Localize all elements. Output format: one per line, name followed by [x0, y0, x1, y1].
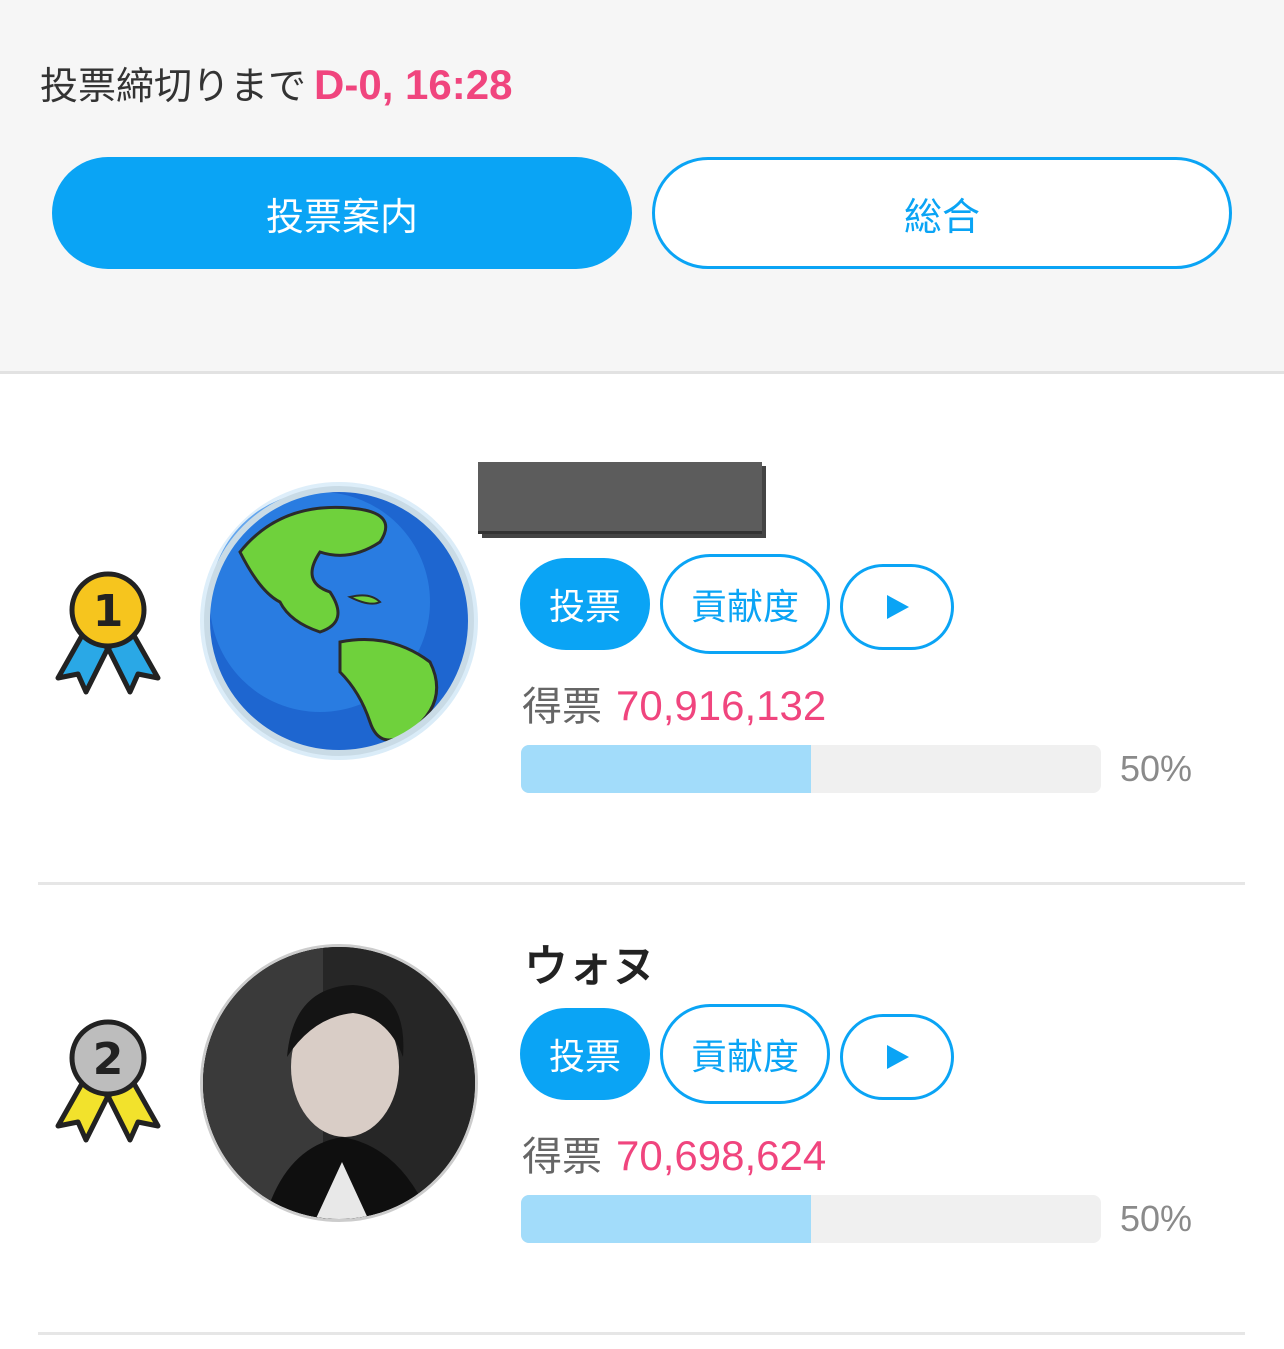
score-2: 得票 70,698,624: [522, 1124, 826, 1182]
progress-bar-1: [521, 745, 1101, 793]
score-label: 得票: [522, 1134, 602, 1180]
candidate-2-name: ウォヌ: [524, 941, 656, 992]
header-panel: 投票締切りまで D-0, 16:28 投票案内 総合: [0, 0, 1284, 374]
play-button-2[interactable]: [840, 1014, 954, 1100]
deadline-text: 投票締切りまで D-0, 16:28: [40, 58, 512, 113]
rank-2-number: 2: [93, 1034, 124, 1085]
percent-2: 50%: [1120, 1198, 1193, 1239]
rank-1-number: 1: [93, 586, 124, 637]
rank-1-medal-icon: 1: [55, 571, 161, 695]
contribution-button-1[interactable]: 貢献度: [660, 554, 830, 654]
tab-overall[interactable]: 総合: [652, 157, 1232, 269]
ranking-row-2: 2 ウォヌ 投票 貢献度 得票 70,698,624 50%: [0, 886, 1284, 1336]
progress-fill-2: [521, 1195, 811, 1243]
progress-bar-2: [521, 1195, 1101, 1243]
play-icon: [887, 595, 909, 619]
vote-button-1[interactable]: 投票: [520, 558, 650, 650]
deadline-countdown: D-0, 16:28: [314, 61, 513, 108]
score-value: 70,698,624: [616, 1132, 827, 1179]
score-label: 得票: [522, 684, 602, 730]
vote-button-2[interactable]: 投票: [520, 1008, 650, 1100]
score-1: 得票 70,916,132: [522, 674, 826, 732]
rank-2-medal-icon: 2: [55, 1019, 161, 1143]
play-button-1[interactable]: [840, 564, 954, 650]
deadline-label: 投票締切りまで: [40, 64, 307, 108]
candidate-2-avatar[interactable]: [200, 944, 478, 1222]
score-value: 70,916,132: [616, 682, 827, 729]
row-divider: [38, 882, 1245, 885]
percent-1: 50%: [1120, 748, 1193, 789]
tab-vote-guide[interactable]: 投票案内: [52, 157, 632, 269]
play-icon: [887, 1045, 909, 1069]
candidate-1-name-redacted: [478, 462, 762, 534]
globe-icon[interactable]: [200, 482, 478, 760]
progress-fill-1: [521, 745, 811, 793]
contribution-button-2[interactable]: 貢献度: [660, 1004, 830, 1104]
ranking-row-1: 1 投票 貢献度 得票 70,916,132 50%: [0, 378, 1284, 828]
row-divider: [38, 1332, 1245, 1335]
